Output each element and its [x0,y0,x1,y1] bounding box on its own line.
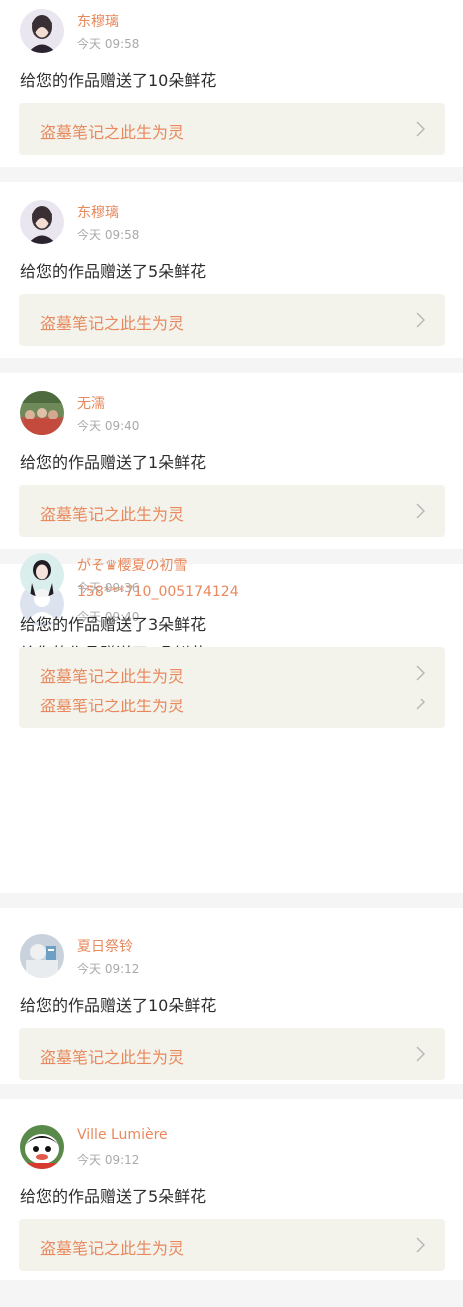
work-title: 盗墓笔记之此生为灵 [40,123,185,142]
gift-notification: 夏日祭铃 今天 09:12 给您的作品赠送了10朵鲜花 盗墓笔记之此生为灵 [0,925,463,1116]
work-title: 盗墓笔记之此生为灵 [40,505,185,524]
chevron-right-icon [416,312,425,328]
gift-notification-card: 东穆璃 今天 09:58 给您的作品赠送了5朵鲜花 盗墓笔记之此生为灵 [0,182,463,358]
work-title: 盗墓笔记之此生为灵 [40,1048,185,1067]
timestamp: 今天 09:58 [77,228,140,242]
gift-notification: 东穆璃 今天 09:58 给您的作品赠送了5朵鲜花 盗墓笔记之此生为灵 [0,191,463,382]
gift-notification: 东穆璃 今天 09:58 给您的作品赠送了10朵鲜花 盗墓笔记之此生为灵 [0,0,463,191]
gift-message: 给您的作品赠送了5朵鲜花 [20,262,207,281]
work-link[interactable]: 盗墓笔记之此生为灵 [19,294,445,346]
section-divider [0,893,463,908]
work-title: 盗墓笔记之此生为灵 [40,667,185,686]
username[interactable]: 东穆璃 [77,11,119,31]
user-avatar[interactable] [20,934,64,978]
work-title: 盗墓笔记之此生为灵 [40,1239,185,1258]
timestamp: 今天 09:36 [77,581,140,595]
chevron-right-icon [416,1237,425,1253]
username[interactable]: がそ♛樱夏の初雪 [77,555,188,575]
timestamp: 今天 09:12 [77,1153,140,1167]
username[interactable]: Ville Lumière [77,1127,168,1143]
gift-notification-card: 东穆璃 今天 09:58 给您的作品赠送了10朵鲜花 盗墓笔记之此生为灵 [0,0,463,167]
user-avatar[interactable] [20,9,64,53]
work-link[interactable]: 盗墓笔记之此生为灵 [19,1028,445,1080]
work-link[interactable]: 盗墓笔记之此生为灵 [19,103,445,155]
user-avatar[interactable] [20,391,64,435]
user-avatar[interactable] [20,553,64,597]
gift-notification: がそ♛樱夏の初雪 今天 09:36 给您的作品赠送了3朵鲜花 盗墓笔记之此生为灵 [0,544,463,735]
gift-message: 给您的作品赠送了10朵鲜花 [20,996,217,1015]
chevron-right-icon [416,665,425,681]
username[interactable]: 东穆璃 [77,202,119,222]
gift-message: 给您的作品赠送了1朵鲜花 [20,453,207,472]
work-title: 盗墓笔记之此生为灵 [40,314,185,333]
work-link[interactable]: 盗墓笔记之此生为灵 [19,647,445,699]
gift-message: 给您的作品赠送了3朵鲜花 [20,615,207,634]
user-avatar[interactable] [20,200,64,244]
work-link[interactable]: 盗墓笔记之此生为灵 [19,485,445,537]
username[interactable]: 夏日祭铃 [77,936,133,956]
work-link[interactable]: 盗墓笔记之此生为灵 [19,1219,445,1271]
gift-notification-card: 无濡 今天 09:40 给您的作品赠送了1朵鲜花 盗墓笔记之此生为灵 [0,373,463,549]
chevron-right-icon [416,1046,425,1062]
username[interactable]: 无濡 [77,393,105,413]
gift-notification-card: 158***710_005174124 今天 09:40 给您的作品赠送了1朵鲜… [0,553,463,893]
gift-message: 给您的作品赠送了5朵鲜花 [20,1187,207,1206]
gift-notification-card: Ville Lumière 今天 09:12 给您的作品赠送了5朵鲜花 盗墓笔记… [0,1099,463,1280]
chevron-right-icon [416,503,425,519]
timestamp: 今天 09:12 [77,962,140,976]
chevron-right-icon [416,121,425,137]
user-avatar[interactable] [20,1125,64,1169]
gift-notification: Ville Lumière 今天 09:12 给您的作品赠送了5朵鲜花 盗墓笔记… [0,1116,463,1307]
gift-message: 给您的作品赠送了10朵鲜花 [20,71,217,90]
timestamp: 今天 09:58 [77,37,140,51]
timestamp: 今天 09:40 [77,419,140,433]
gift-notification-card: 夏日祭铃 今天 09:12 给您的作品赠送了10朵鲜花 盗墓笔记之此生为灵 [0,908,463,1084]
